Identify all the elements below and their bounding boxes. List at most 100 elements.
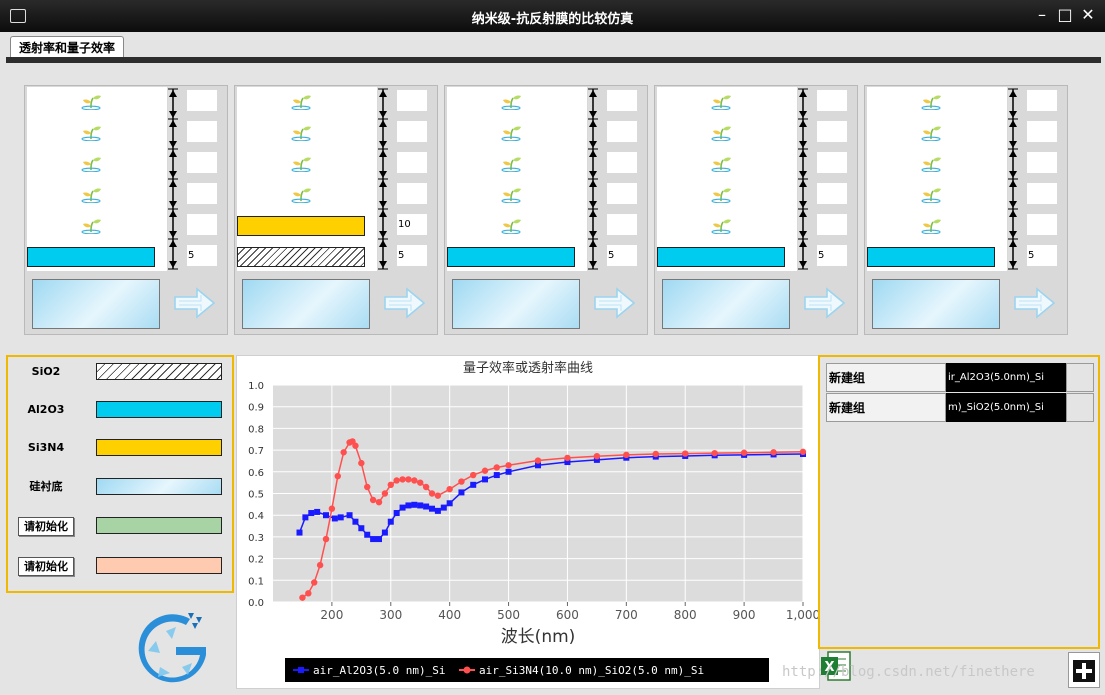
thickness-input[interactable] [1027,121,1057,142]
tab-transmittance[interactable]: 透射率和量子效率 [10,36,125,59]
thickness-input[interactable] [187,121,217,142]
add-button[interactable] [1068,652,1100,688]
empty-layer-plant-icon[interactable] [79,216,103,235]
thickness-input[interactable]: 5 [1027,245,1057,266]
material-swatch[interactable] [96,363,222,380]
next-arrow-icon[interactable] [1013,286,1057,320]
empty-layer-plant-icon[interactable] [499,185,523,204]
film-layer-al2o3[interactable] [657,247,785,267]
empty-layer-plant-icon[interactable] [919,216,943,235]
material-name: Al2O3 [27,403,65,416]
thickness-input[interactable] [607,121,637,142]
next-arrow-icon[interactable] [173,286,217,320]
y-tick-label: 0.7 [248,446,264,457]
thickness-input[interactable] [1027,152,1057,173]
empty-layer-plant-icon[interactable] [499,123,523,142]
empty-layer-plant-icon[interactable] [919,92,943,111]
thickness-input[interactable]: 5 [187,245,217,266]
legend-marker [463,666,471,674]
thickness-input[interactable] [607,152,637,173]
legend-row: 硅衬底 [8,476,232,498]
thickness-input[interactable] [397,183,427,204]
empty-layer-plant-icon[interactable] [709,185,733,204]
group-action-button[interactable] [1066,363,1094,392]
data-point [308,510,315,517]
group-structure: m)_SiO2(5.0nm)_Si [946,393,1066,422]
thickness-input[interactable] [817,183,847,204]
silicon-substrate [452,279,580,329]
thickness-input[interactable] [187,214,217,235]
legend-row: Al2O3 [8,399,232,421]
film-layer-si3n4[interactable] [237,216,365,236]
next-arrow-icon[interactable] [383,286,427,320]
data-point [405,502,412,509]
material-swatch[interactable] [96,401,222,418]
thickness-input[interactable] [817,121,847,142]
thickness-input[interactable] [607,183,637,204]
thickness-input[interactable] [817,90,847,111]
thickness-input[interactable] [397,152,427,173]
thickness-input[interactable]: 5 [817,245,847,266]
empty-layer-plant-icon[interactable] [709,92,733,111]
thickness-input[interactable] [397,90,427,111]
thickness-input[interactable] [817,152,847,173]
film-layer-al2o3[interactable] [27,247,155,267]
data-point [311,579,318,586]
material-swatch[interactable] [96,439,222,456]
thickness-input[interactable] [607,214,637,235]
data-point [369,496,377,504]
thickness-input[interactable] [1027,90,1057,111]
empty-layer-plant-icon[interactable] [79,123,103,142]
thickness-input[interactable] [607,90,637,111]
data-point [328,505,336,512]
material-swatch[interactable] [96,517,222,534]
empty-layer-plant-icon[interactable] [289,185,313,204]
silicon-substrate [662,279,790,329]
close-button[interactable]: ✕ [1079,6,1097,24]
next-arrow-icon[interactable] [803,286,847,320]
empty-layer-plant-icon[interactable] [289,123,313,142]
group-action-button[interactable] [1066,393,1094,422]
empty-layer-plant-icon[interactable] [709,154,733,173]
maximize-button[interactable]: □ [1056,6,1074,24]
empty-layer-plant-icon[interactable] [919,185,943,204]
empty-layer-plant-icon[interactable] [289,92,313,111]
film-layer-sio2[interactable] [237,247,365,267]
thickness-input[interactable]: 10 [397,214,427,235]
group-row[interactable]: 新建组 ir_Al2O3(5.0nm)_Si [826,363,1094,392]
y-tick-label: 1.0 [248,381,264,392]
thickness-input[interactable]: 5 [607,245,637,266]
group-row[interactable]: 新建组 m)_SiO2(5.0nm)_Si [826,393,1094,422]
empty-layer-plant-icon[interactable] [289,154,313,173]
thickness-input[interactable] [187,152,217,173]
thickness-input[interactable] [187,183,217,204]
film-layer-al2o3[interactable] [867,247,995,267]
legend-label: air_Si3N4(10.0 nm)_SiO2(5.0 nm)_Si [479,664,704,677]
group-name: 新建组 [826,393,946,422]
thickness-input[interactable]: 5 [397,245,427,266]
init-button[interactable]: 请初始化 [18,557,74,576]
empty-layer-plant-icon[interactable] [709,216,733,235]
minimize-button[interactable]: – [1033,6,1051,24]
empty-layer-plant-icon[interactable] [919,154,943,173]
material-swatch[interactable] [96,478,222,495]
init-button[interactable]: 请初始化 [18,517,74,536]
empty-layer-plant-icon[interactable] [709,123,733,142]
empty-layer-plant-icon[interactable] [499,216,523,235]
empty-layer-plant-icon[interactable] [79,92,103,111]
empty-layer-plant-icon[interactable] [499,154,523,173]
empty-layer-plant-icon[interactable] [79,154,103,173]
thickness-input[interactable] [187,90,217,111]
thickness-input[interactable] [397,121,427,142]
thickness-input[interactable] [1027,183,1057,204]
data-point [399,476,406,483]
thickness-input[interactable] [1027,214,1057,235]
material-swatch[interactable] [96,557,222,574]
thickness-input[interactable] [817,214,847,235]
data-point [470,481,477,488]
empty-layer-plant-icon[interactable] [79,185,103,204]
empty-layer-plant-icon[interactable] [499,92,523,111]
next-arrow-icon[interactable] [593,286,637,320]
film-layer-al2o3[interactable] [447,247,575,267]
empty-layer-plant-icon[interactable] [919,123,943,142]
